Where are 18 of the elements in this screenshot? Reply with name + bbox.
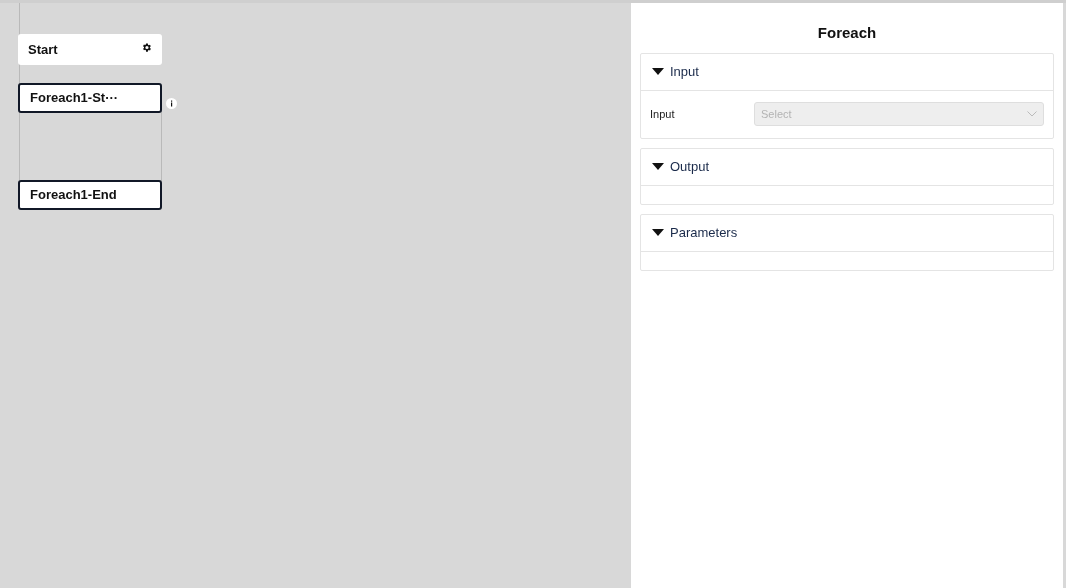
section-header[interactable]: Input [641,53,1053,91]
gear-icon[interactable] [141,42,152,53]
node-label: Foreach1-End [30,186,117,205]
field-label: Input [650,106,676,122]
caret-icon [652,68,664,75]
section-header[interactable]: Output [641,148,1053,186]
select-placeholder: Select [761,106,792,122]
node-label: Start [28,40,58,59]
chevron-icon [1027,111,1037,117]
caret-icon [652,163,664,170]
caret-icon [652,229,664,236]
flow-node[interactable]: Foreach1-End [18,180,162,210]
flow-node[interactable]: Foreach1-St··· [18,83,162,113]
info-icon[interactable] [166,98,177,109]
node-label: Foreach1-St··· [30,89,119,108]
flow-node[interactable]: Start [18,34,162,65]
panel-title: Foreach [816,23,878,43]
section-header[interactable]: Parameters [641,214,1053,252]
